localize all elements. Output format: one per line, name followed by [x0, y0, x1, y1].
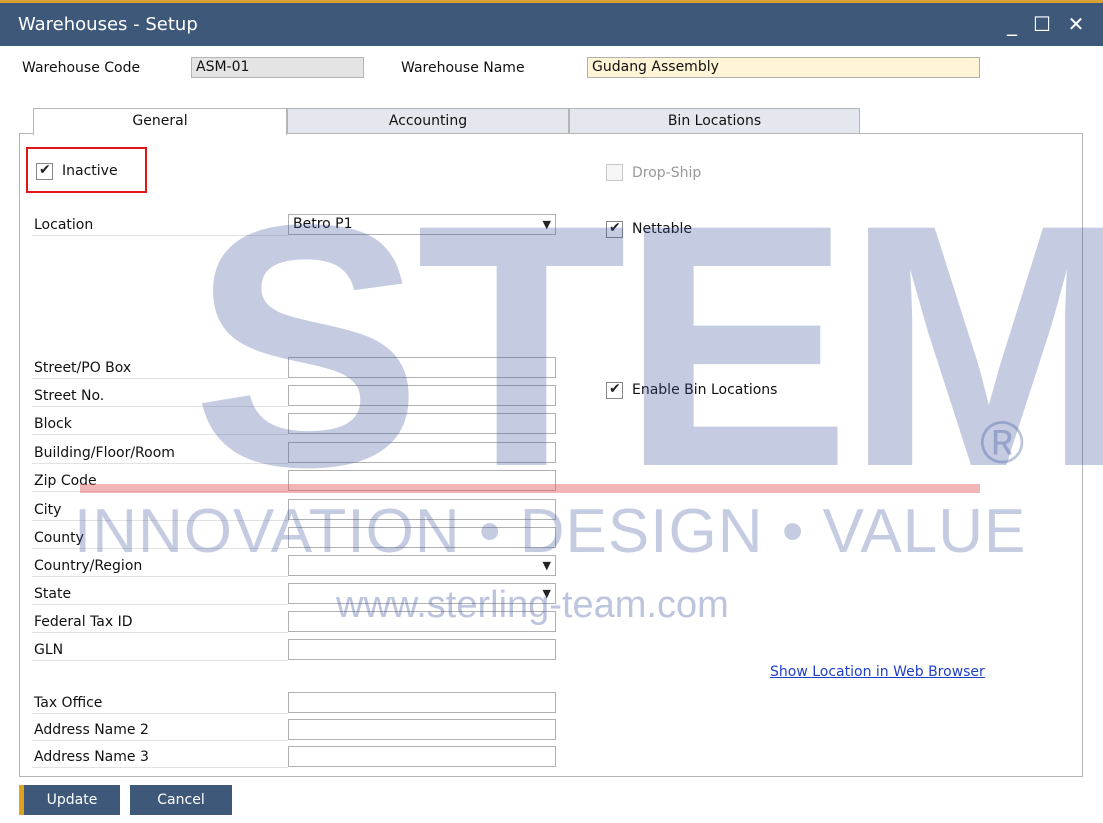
federal-tax-id-label: Federal Tax ID — [32, 611, 288, 633]
street-no-field[interactable] — [288, 385, 556, 406]
tab-bin-locations[interactable]: Bin Locations — [569, 108, 860, 134]
country-region-label: Country/Region — [32, 555, 288, 577]
enable-bin-locations-checkbox[interactable] — [606, 381, 623, 399]
inactive-label: Inactive — [62, 163, 118, 179]
enable-bin-locations-label: Enable Bin Locations — [632, 382, 778, 398]
state-label: State — [32, 583, 288, 605]
nettable-label: Nettable — [632, 221, 693, 237]
street-no-label: Street No. — [32, 385, 288, 407]
warehouse-setup-form: Warehouse Code ASM-01 Warehouse Name Gud… — [0, 46, 1103, 823]
gln-label: GLN — [32, 639, 288, 661]
show-location-web-browser-link[interactable]: Show Location in Web Browser — [770, 664, 985, 680]
minimize-button[interactable]: _ — [1000, 11, 1024, 37]
warehouse-name-field[interactable]: Gudang Assembly — [587, 57, 980, 78]
address-name-3-field[interactable] — [288, 746, 556, 767]
city-field[interactable] — [288, 499, 556, 520]
tab-general-label: General — [132, 113, 188, 129]
maximize-button[interactable]: ☐ — [1030, 11, 1054, 37]
inactive-checkbox[interactable] — [36, 162, 53, 180]
zip-code-label: Zip Code — [32, 470, 288, 492]
location-label: Location — [32, 214, 288, 236]
nettable-checkbox[interactable] — [606, 220, 623, 238]
cancel-button[interactable]: Cancel — [130, 785, 232, 815]
county-field[interactable] — [288, 527, 556, 548]
state-dropdown[interactable] — [288, 583, 556, 604]
address-name-2-label: Address Name 2 — [32, 719, 288, 741]
building-floor-room-field[interactable] — [288, 442, 556, 463]
county-label: County — [32, 527, 288, 549]
street-po-box-field[interactable] — [288, 357, 556, 378]
warehouse-code-label: Warehouse Code — [22, 60, 141, 76]
tab-accounting[interactable]: Accounting — [287, 108, 569, 134]
tab-general[interactable]: General — [33, 108, 287, 135]
tax-office-field[interactable] — [288, 692, 556, 713]
tax-office-label: Tax Office — [32, 692, 288, 714]
title-bar: Warehouses - Setup _ ☐ ✕ — [0, 0, 1103, 46]
update-button[interactable]: Update — [19, 785, 120, 815]
city-label: City — [32, 499, 288, 521]
window-title: Warehouses - Setup — [18, 14, 198, 35]
warehouse-code-field[interactable]: ASM-01 — [191, 57, 364, 78]
building-floor-room-label: Building/Floor/Room — [32, 442, 288, 464]
gln-field[interactable] — [288, 639, 556, 660]
drop-ship-checkbox[interactable] — [606, 164, 623, 181]
address-name-2-field[interactable] — [288, 719, 556, 740]
address-name-3-label: Address Name 3 — [32, 746, 288, 768]
tab-bin-locations-label: Bin Locations — [667, 113, 762, 129]
federal-tax-id-field[interactable] — [288, 611, 556, 632]
warehouse-name-label: Warehouse Name — [401, 60, 525, 76]
block-label: Block — [32, 413, 288, 435]
zip-code-field[interactable] — [288, 470, 556, 491]
tab-accounting-label: Accounting — [388, 113, 468, 129]
drop-ship-label: Drop-Ship — [632, 165, 702, 181]
block-field[interactable] — [288, 413, 556, 434]
street-po-box-label: Street/PO Box — [32, 357, 288, 379]
country-region-dropdown[interactable] — [288, 555, 556, 576]
location-dropdown[interactable]: Betro P1 — [288, 214, 556, 235]
close-button[interactable]: ✕ — [1064, 11, 1088, 37]
